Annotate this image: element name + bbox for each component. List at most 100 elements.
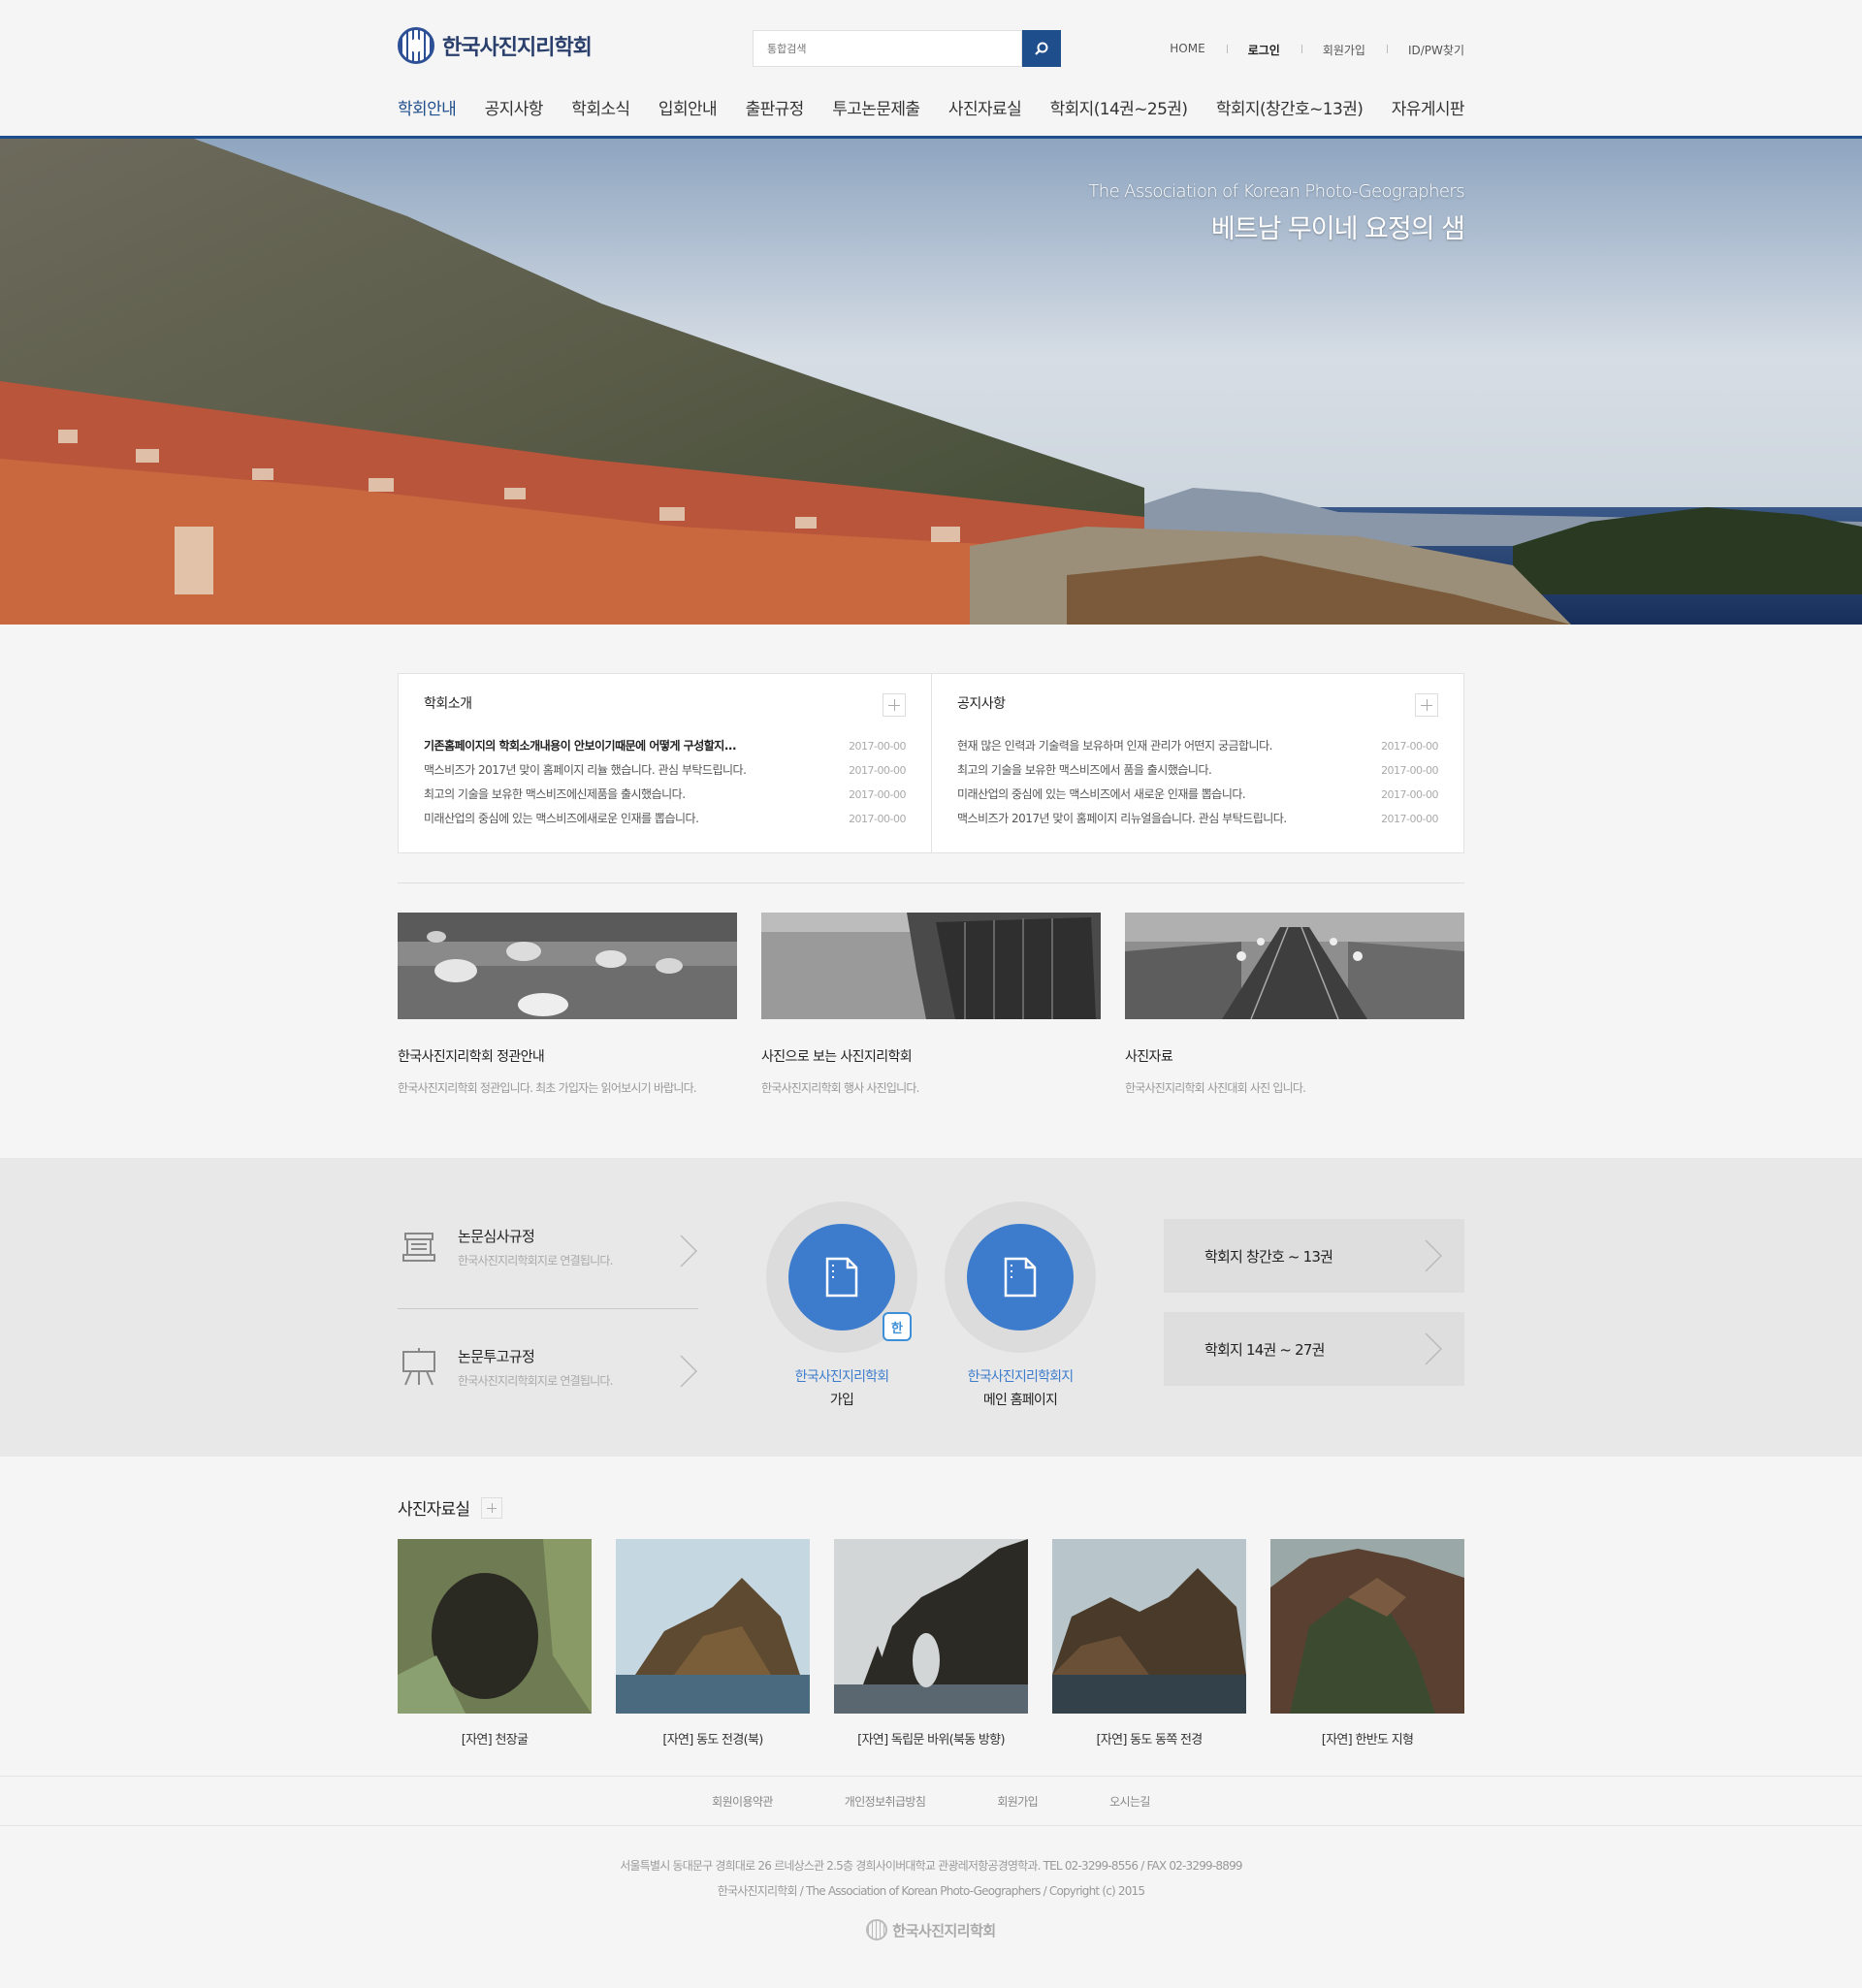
list-item[interactable]: 최고의 기술을 보유한 맥스비즈에신제품을 출시했습니다. 2017-00-00 [424,783,906,807]
utility-menu: HOME 로그인 회원가입 ID/PW찾기 [1148,42,1464,58]
gallery-item[interactable]: [자연] 동도 동쪽 전경 [1052,1539,1246,1748]
gallery-header: 사진자료실 [398,1495,1464,1520]
footer-logo: 한국사진지리학회 [0,1919,1862,1940]
peninsula-shape-photo [1270,1539,1464,1714]
society-badge-icon: 한 [883,1312,912,1341]
site-logo[interactable]: 한국사진지리학회 [398,27,593,64]
journal-homepage-link[interactable]: 한국사진지리학회지 메인 홈페이지 [943,1202,1098,1409]
list-item[interactable]: 미래산업의 중심에 있는 맥스비즈에서 새로운 인재를 뽑습니다. 2017-00… [957,783,1438,807]
nav-item-news[interactable]: 학회소식 [571,95,630,119]
list-item[interactable]: 맥스비즈가 2017년 맞이 홈페이지 리뉴얼을습니다. 관심 부탁드립니다. 2… [957,807,1438,831]
util-join-link[interactable]: 회원가입 [1300,42,1387,58]
review-rules-desc: 한국사진지리학회지로 연결됩니다. [458,1254,613,1267]
arch-rock-photo [834,1539,1028,1714]
submission-rules-link[interactable]: 논문투고규정 한국사진지리학회지로 연결됩니다. [398,1346,698,1389]
post-date: 2017-00-00 [1381,740,1438,753]
util-home-link[interactable]: HOME [1148,42,1226,58]
quick-links-band: 논문심사규정 한국사진지리학회지로 연결됩니다. 논문투고규정 한국사진지리학회… [0,1158,1862,1457]
board-about: 학회소개 기존홈페이지의 학회소개내용이 안보이기때문에 어떻게 구성할지...… [399,674,931,852]
gallery-more-icon[interactable] [481,1496,503,1519]
list-item[interactable]: 현재 많은 인력과 기술력을 보유하며 인재 관리가 어떤지 궁금합니다. 201… [957,734,1438,758]
photo-gallery: [자연] 천장굴 [자연] 동도 전경(북) [자연] 독립문 바위(북동 방향… [398,1539,1464,1748]
globe-logo-icon [866,1919,888,1940]
journal-line1: 한국사진지리학회지 [967,1369,1075,1385]
gallery-item[interactable]: [자연] 한반도 지형 [1270,1539,1464,1748]
link-divider [398,1308,698,1309]
document-icon [1004,1257,1037,1298]
hero-banner: The Association of Korean Photo-Geograph… [0,139,1862,625]
nav-item-publication[interactable]: 출판규정 [746,95,805,119]
hero-caption: The Association of Korean Photo-Geograph… [1088,181,1465,245]
circle-button [788,1224,895,1331]
post-date: 2017-00-00 [849,788,906,801]
board-about-more-icon[interactable] [883,693,906,717]
post-date: 2017-00-00 [849,813,906,825]
list-item[interactable]: 맥스비즈가 2017년 맞이 홈페이지 리뉼 했습니다. 관심 부탁드립니다. 2… [424,758,906,783]
search-button[interactable] [1022,30,1061,67]
footer-logo-text: 한국사진지리학회 [892,1921,996,1940]
board-panels: 학회소개 기존홈페이지의 학회소개내용이 안보이기때문에 어떻게 구성할지...… [398,673,1464,853]
nav-item-photo-archive[interactable]: 사진자료실 [948,95,1022,119]
post-date: 2017-00-00 [849,740,906,753]
nav-item-free-board[interactable]: 자유게시판 [1392,95,1465,119]
list-item[interactable]: 최고의 기술을 보유한 맥스비즈에서 품을 출시했습니다. 2017-00-00 [957,758,1438,783]
nav-item-notice[interactable]: 공지사항 [485,95,544,119]
gallery-title: 사진자료실 [398,1500,470,1520]
journal-vol-14-27-button[interactable]: 학회지 14권 ~ 27권 [1164,1312,1464,1386]
util-login-link[interactable]: 로그인 [1226,42,1301,58]
util-find-id-link[interactable]: ID/PW찾기 [1386,42,1464,58]
feature-title: 한국사진지리학회 정관안내 [398,1049,545,1065]
post-date: 2017-00-00 [1381,764,1438,777]
footer-link-privacy[interactable]: 개인정보취급방침 [845,1793,926,1810]
gallery-item[interactable]: [자연] 동도 전경(북) [616,1539,810,1748]
chevron-right-icon [680,1355,698,1388]
nav-item-submission[interactable]: 투고논문제출 [832,95,920,119]
feature-title: 사진자료 [1125,1049,1173,1065]
east-side-photo [1052,1539,1246,1714]
footer-link-terms[interactable]: 회원이용약관 [712,1793,773,1810]
nav-item-journal-14-25[interactable]: 학회지(14권~25권) [1050,95,1188,119]
feature-title: 사진으로 보는 사진지리학회 [761,1049,913,1065]
hero-title-kr: 베트남 무이네 요정의 샘 [1210,214,1465,244]
review-rules-title: 논문심사규정 [458,1228,535,1245]
nav-item-journal-1-13[interactable]: 학회지(창간호~13권) [1216,95,1364,119]
feature-card-photo-data[interactable]: 사진자료 한국사진지리학회 사진대회 사진 입니다. [1125,913,1464,1096]
journal-vol-1-13-button[interactable]: 학회지 창간호 ~ 13권 [1164,1219,1464,1293]
list-item[interactable]: 미래산업의 중심에 있는 맥스비즈에새로운 인재를 뽑습니다. 2017-00-0… [424,807,906,831]
feature-card-photos[interactable]: 사진으로 보는 사진지리학회 한국사진지리학회 행사 사진입니다. [761,913,1101,1096]
join-line2: 가입 [829,1393,854,1408]
gallery-caption: [자연] 동도 전경(북) [662,1733,763,1748]
circle-button [967,1224,1074,1331]
board-notice-more-icon[interactable] [1415,693,1438,717]
search-input[interactable] [753,30,1022,67]
list-item[interactable]: 기존홈페이지의 학회소개내용이 안보이기때문에 어떻게 구성할지... 2017-… [424,734,906,758]
nav-item-membership[interactable]: 입회안내 [658,95,718,119]
footer-address: 서울특별시 동대문구 경희대로 26 르네상스관 2.5층 경희사이버대학교 관… [620,1859,1242,1873]
site-header: 한국사진지리학회 HOME 로그인 회원가입 ID/PW찾기 학회안내 공지사항… [0,0,1862,139]
hero-title-en: The Association of Korean Photo-Geograph… [1088,181,1464,202]
review-rules-link[interactable]: 논문심사규정 한국사진지리학회지로 연결됩니다. [398,1226,698,1268]
join-society-link[interactable]: 한 한국사진지리학회 가입 [764,1202,919,1409]
post-title: 최고의 기술을 보유한 맥스비즈에신제품을 출시했습니다. [424,787,686,801]
east-islet-photo [616,1539,810,1714]
gallery-item[interactable]: [자연] 독립문 바위(북동 방향) [834,1539,1028,1748]
gallery-caption: [자연] 독립문 바위(북동 방향) [857,1733,1005,1748]
footer-copyright: 한국사진지리학회 / The Association of Korean Pho… [717,1884,1145,1898]
gallery-caption: [자연] 천장굴 [461,1733,529,1748]
feature-cards: 한국사진지리학회 정관안내 한국사진지리학회 정관입니다. 최초 가입자는 읽어… [398,913,1464,1158]
feature-card-bylaws[interactable]: 한국사진지리학회 정관안내 한국사진지리학회 정관입니다. 최초 가입자는 읽어… [398,913,737,1096]
post-date: 2017-00-00 [1381,788,1438,801]
board-notice-title: 공지사항 [957,696,1006,712]
journal-line2: 메인 홈페이지 [982,1393,1058,1408]
post-title: 맥스비즈가 2017년 맞이 홈페이지 리뉴얼을습니다. 관심 부탁드립니다. [957,812,1287,825]
gallery-caption: [자연] 한반도 지형 [1321,1733,1414,1748]
logo-text: 한국사진지리학회 [442,36,593,60]
nav-item-about[interactable]: 학회안내 [398,95,457,119]
feature-desc: 한국사진지리학회 정관입니다. 최초 가입자는 읽어보시기 바랍니다. [398,1081,697,1095]
sheep-meadow-image [398,913,737,1019]
gallery-item[interactable]: [자연] 천장굴 [398,1539,592,1748]
footer-info: 서울특별시 동대문구 경희대로 26 르네상스관 2.5층 경희사이버대학교 관… [0,1853,1862,1904]
scroll-icon [402,1233,435,1262]
footer-link-directions[interactable]: 오시는길 [1109,1793,1150,1810]
footer-link-join[interactable]: 회원가입 [997,1793,1038,1810]
